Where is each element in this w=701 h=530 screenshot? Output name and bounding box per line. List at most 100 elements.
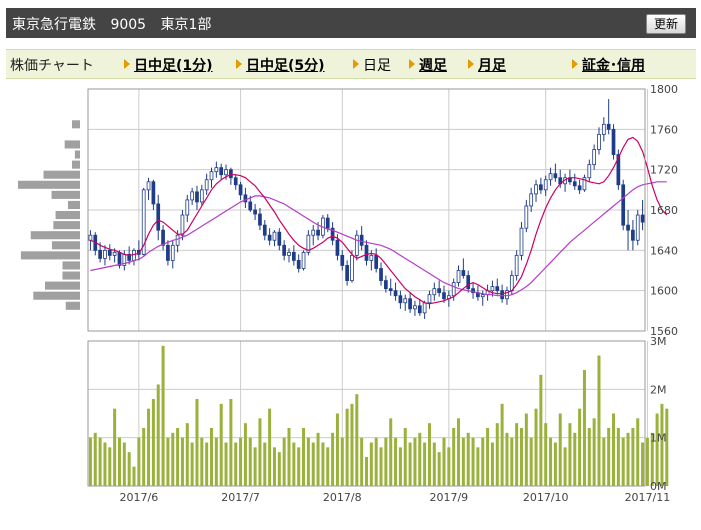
volume-bar bbox=[214, 437, 218, 486]
candle-body bbox=[354, 234, 359, 256]
profile-bar bbox=[67, 200, 80, 209]
volume-bar bbox=[239, 437, 243, 486]
volume-bar bbox=[142, 428, 146, 486]
candle-body bbox=[170, 244, 175, 261]
date-tick-label: 2017/6 bbox=[120, 491, 159, 504]
candle-body bbox=[151, 181, 156, 205]
candle-body bbox=[156, 203, 161, 231]
volume-bar bbox=[631, 428, 635, 486]
volume-bar bbox=[185, 423, 189, 486]
volume-bar bbox=[626, 432, 630, 486]
candle-body bbox=[369, 254, 374, 261]
volume-bar bbox=[117, 437, 121, 486]
volume-bar bbox=[510, 437, 514, 486]
volume-bar bbox=[544, 423, 548, 486]
candle-body bbox=[311, 229, 316, 236]
profile-bar bbox=[20, 251, 80, 260]
volume-bar bbox=[408, 442, 412, 486]
candle-body bbox=[543, 179, 548, 191]
volume-bar bbox=[316, 432, 320, 486]
volume-tick-label: 3M bbox=[650, 335, 667, 348]
volume-bar bbox=[529, 437, 533, 486]
candle-body bbox=[340, 254, 345, 266]
volume-bar bbox=[272, 447, 276, 486]
candle-body bbox=[199, 189, 204, 203]
volume-bar bbox=[495, 423, 499, 486]
date-tick-label: 2017/10 bbox=[523, 491, 569, 504]
candle-body bbox=[195, 191, 199, 203]
profile-bar bbox=[71, 160, 80, 169]
volume-bar bbox=[587, 428, 591, 486]
volume-bar bbox=[534, 408, 538, 486]
volume-bar bbox=[563, 447, 567, 486]
volume-bar bbox=[500, 403, 504, 486]
candle-body bbox=[204, 179, 209, 191]
volume-bar bbox=[113, 408, 117, 486]
date-tick-label: 2017/9 bbox=[429, 491, 468, 504]
volume-bar bbox=[616, 428, 620, 486]
candle-body bbox=[103, 249, 107, 259]
volume-bar bbox=[524, 413, 528, 486]
volume-bar bbox=[558, 413, 562, 486]
candle-body bbox=[180, 214, 185, 236]
volume-bar bbox=[180, 437, 184, 486]
volume-bar bbox=[592, 418, 596, 486]
candle-body bbox=[640, 214, 645, 223]
candle-body bbox=[224, 169, 228, 176]
candle-body bbox=[166, 244, 170, 261]
volume-bar bbox=[423, 442, 427, 486]
profile-bar bbox=[33, 291, 80, 300]
volume-bar bbox=[108, 447, 112, 486]
volume-bar bbox=[253, 447, 257, 486]
profile-bar bbox=[62, 271, 80, 280]
candle-body bbox=[219, 167, 224, 176]
candle-body bbox=[417, 305, 422, 314]
volume-bar bbox=[350, 403, 354, 486]
candle-body bbox=[490, 286, 495, 292]
volume-bar bbox=[384, 437, 388, 486]
date-tick-label: 2017/11 bbox=[625, 491, 671, 504]
candle-body bbox=[626, 224, 630, 231]
candle-body bbox=[88, 234, 93, 241]
volume-bar bbox=[147, 408, 151, 486]
volume-bar bbox=[345, 408, 349, 486]
volume-bar bbox=[263, 442, 267, 486]
volume-bar bbox=[311, 442, 315, 486]
candle-body bbox=[287, 251, 291, 256]
candle-body bbox=[635, 214, 640, 241]
profile-bar bbox=[44, 281, 80, 290]
volume-bar bbox=[539, 374, 543, 486]
candle-body bbox=[524, 205, 529, 229]
candle-body bbox=[316, 229, 320, 236]
volume-bar bbox=[321, 442, 325, 486]
volume-bar bbox=[486, 428, 490, 486]
volume-bar bbox=[645, 437, 649, 486]
volume-bar bbox=[379, 447, 383, 486]
volume-bar bbox=[219, 403, 223, 486]
candle-body bbox=[539, 184, 543, 191]
candle-body bbox=[495, 286, 500, 292]
volume-bar bbox=[161, 345, 165, 486]
volume-bar bbox=[505, 432, 509, 486]
volume-bar bbox=[427, 423, 431, 486]
volume-bar bbox=[655, 413, 659, 486]
candle-body bbox=[606, 123, 611, 130]
volume-bar bbox=[171, 432, 175, 486]
volume-bar bbox=[568, 423, 572, 486]
candle-body bbox=[229, 169, 233, 179]
volume-bar bbox=[234, 442, 238, 486]
candle-body bbox=[621, 184, 626, 226]
profile-bar bbox=[30, 231, 80, 240]
candle-body bbox=[514, 254, 519, 276]
candle-body bbox=[631, 229, 635, 241]
volume-bar bbox=[302, 428, 306, 486]
volume-bar bbox=[621, 437, 625, 486]
volume-bar bbox=[166, 437, 170, 486]
date-tick-label: 2017/7 bbox=[221, 491, 260, 504]
candle-body bbox=[572, 181, 577, 187]
candle-body bbox=[233, 177, 238, 186]
volume-bar bbox=[413, 437, 417, 486]
candlesticks bbox=[88, 99, 645, 319]
candle-body bbox=[350, 254, 354, 281]
volume-bar bbox=[88, 437, 92, 486]
